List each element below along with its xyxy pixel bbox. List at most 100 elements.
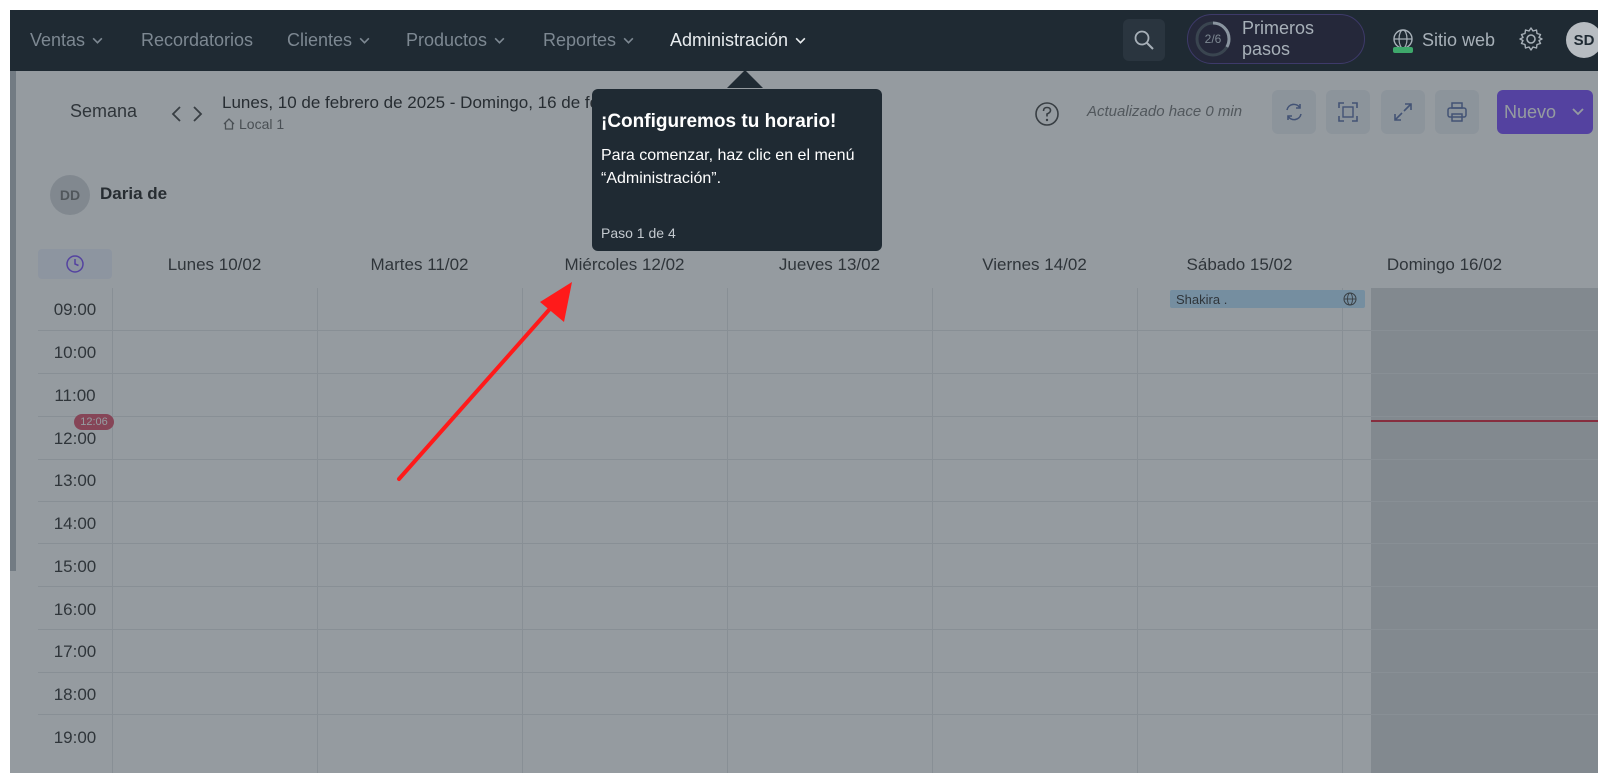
chevron-down-icon [623,37,634,44]
settings-button[interactable] [1517,25,1545,53]
day-header-sun[interactable]: Domingo 16/02 [1342,251,1547,279]
nav-productos-label: Productos [406,30,488,50]
hour-label: 10:00 [53,342,97,362]
hour-label: 19:00 [53,727,97,747]
column-divider [1137,288,1138,773]
location-label: Local 1 [239,116,285,132]
row-divider [38,586,1598,587]
hour-label: 09:00 [53,299,97,319]
hour-label: 15:00 [53,556,97,576]
refresh-icon [1286,103,1302,121]
hour-label: 13:00 [53,470,97,490]
day-header-thu[interactable]: Jueves 13/02 [727,251,932,279]
hour-label: 14:00 [53,513,97,533]
fit-view-button[interactable] [1326,90,1370,134]
help-button[interactable] [1034,101,1060,127]
top-navigation: Ventas Recordatorios Clientes Productos … [10,10,1598,71]
column-divider [1342,288,1343,773]
website-link[interactable]: Sitio web [1390,10,1495,71]
globe-icon [1343,292,1357,306]
row-divider [38,714,1598,715]
location-selector[interactable]: Local 1 [222,116,284,132]
day-header-fri[interactable]: Viernes 14/02 [932,251,1137,279]
staff-avatar: DD [50,175,90,215]
row-divider [38,459,1598,460]
column-divider [727,288,728,773]
gear-icon [1519,27,1543,51]
fullscreen-button[interactable] [1381,90,1425,134]
search-button[interactable] [1123,19,1165,61]
calendar-body[interactable]: 09:00 10:00 11:00 12:00 13:00 14:00 15:0… [38,288,1598,773]
week-navigation [170,99,204,129]
refresh-button[interactable] [1272,90,1316,134]
staff-name[interactable]: Daria de [100,184,167,204]
closed-day-column [1371,288,1598,773]
appointment-event[interactable]: Shakira . [1170,290,1365,308]
day-header-wed[interactable]: Miércoles 12/02 [522,251,727,279]
nav-recordatorios[interactable]: Recordatorios [141,10,253,71]
expand-icon [1394,103,1412,121]
chevron-down-icon [92,37,103,44]
tooltip-title: ¡Configuremos tu horario! [601,111,837,132]
home-icon [223,118,235,130]
day-header-sat[interactable]: Sábado 15/02 [1137,251,1342,279]
tooltip-body: Para comenzar, haz clic en el menú “Admi… [601,147,855,187]
hour-label: 16:00 [53,599,97,619]
chevron-down-icon [795,37,806,44]
column-divider [317,288,318,773]
view-selector[interactable]: Semana [70,101,137,122]
chevron-left-icon[interactable] [170,104,184,124]
new-button[interactable]: Nuevo [1497,90,1593,134]
row-divider [38,543,1598,544]
nav-productos[interactable]: Productos [406,10,506,71]
column-divider [112,288,113,773]
website-label: Sitio web [1422,30,1496,50]
user-avatar[interactable]: SD [1566,22,1598,58]
date-range[interactable]: Lunes, 10 de febrero de 2025 - Domingo, … [222,93,599,113]
last-updated-text: Actualizado hace 0 min [1087,103,1243,120]
row-divider [38,330,1598,331]
column-divider [932,288,933,773]
tooltip-step-counter: Paso 1 de 4 [601,225,676,241]
new-button-label: Nuevo [1503,101,1557,122]
row-divider [38,672,1598,673]
printer-icon [1447,102,1467,122]
day-header-tue[interactable]: Martes 11/02 [317,251,522,279]
row-divider [38,629,1598,630]
current-time-line [1371,420,1598,422]
nav-ventas[interactable]: Ventas [30,10,104,71]
globe-www-icon [1393,28,1413,53]
help-icon [1035,102,1059,126]
hour-label: 17:00 [53,641,97,661]
progress-text: 2/6 [1204,32,1222,46]
nav-clientes[interactable]: Clientes [287,10,371,71]
column-divider [522,288,523,773]
onboarding-tooltip: ¡Configuremos tu horario! Para comenzar,… [592,89,882,251]
getting-started-label: Primeros pasos [1242,18,1315,59]
search-icon [1134,30,1154,50]
scrollbar[interactable] [10,71,16,571]
chevron-down-icon [1572,108,1584,116]
day-header-mon[interactable]: Lunes 10/02 [112,251,317,279]
tooltip-pointer [727,70,763,88]
current-time-badge: 12:06 [74,414,114,430]
row-divider [38,416,1598,417]
app-window: Ventas Recordatorios Clientes Productos … [10,10,1598,773]
time-column-header [38,249,112,279]
fit-screen-icon [1338,102,1358,122]
nav-reportes[interactable]: Reportes [543,10,635,71]
print-button[interactable] [1435,90,1479,134]
nav-administracion-label: Administración [670,30,789,50]
hour-label: 18:00 [53,684,97,704]
chevron-down-icon [494,37,505,44]
nav-ventas-label: Ventas [30,30,86,50]
clock-icon [66,255,84,273]
nav-clientes-label: Clientes [287,30,353,50]
chevron-right-icon[interactable] [190,104,204,124]
getting-started-button[interactable]: 2/6 Primeros pasos [1187,14,1365,64]
row-divider [38,501,1598,502]
nav-administracion[interactable]: Administración [670,10,807,71]
appointment-title: Shakira . [1176,291,1228,307]
chevron-down-icon [359,37,370,44]
row-divider [38,373,1598,374]
